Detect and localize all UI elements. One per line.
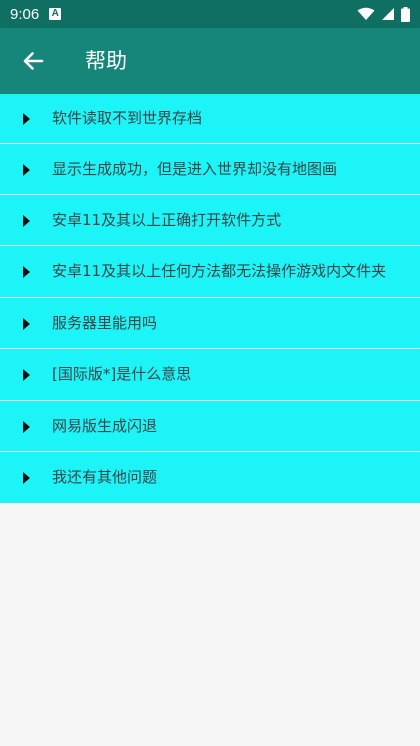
help-list: 软件读取不到世界存档 显示生成成功，但是进入世界却没有地图画 安卓11及其以上正…	[0, 94, 420, 503]
help-item-label: [国际版*]是什么意思	[52, 365, 192, 383]
wifi-icon	[357, 7, 375, 20]
help-item-no-map-art[interactable]: 显示生成成功，但是进入世界却没有地图画	[0, 144, 420, 195]
help-item-android11-open[interactable]: 安卓11及其以上正确打开软件方式	[0, 195, 420, 246]
caret-right-icon	[23, 369, 30, 381]
caret-right-icon	[23, 164, 30, 176]
notification-icon: A	[49, 8, 62, 20]
help-item-international[interactable]: [国际版*]是什么意思	[0, 349, 420, 401]
help-item-label: 显示生成成功，但是进入世界却没有地图画	[52, 160, 338, 178]
app-bar: 帮助	[0, 28, 420, 94]
status-time: 9:06	[10, 5, 40, 23]
caret-right-icon	[23, 266, 30, 278]
help-item-label: 我还有其他问题	[52, 468, 158, 486]
caret-right-icon	[23, 472, 30, 484]
battery-icon	[401, 6, 410, 22]
help-item-save-not-found[interactable]: 软件读取不到世界存档	[0, 94, 420, 144]
cell-signal-icon	[382, 8, 394, 20]
help-item-label: 网易版生成闪退	[52, 417, 158, 435]
help-item-other[interactable]: 我还有其他问题	[0, 452, 420, 503]
help-item-netease-crash[interactable]: 网易版生成闪退	[0, 401, 420, 452]
caret-right-icon	[23, 318, 30, 330]
help-item-label: 安卓11及其以上任何方法都无法操作游戏内文件夹	[52, 262, 387, 280]
status-bar: 9:06 A	[0, 0, 420, 28]
caret-right-icon	[23, 421, 30, 433]
caret-right-icon	[23, 113, 30, 125]
caret-right-icon	[23, 215, 30, 227]
help-item-android11-folder[interactable]: 安卓11及其以上任何方法都无法操作游戏内文件夹	[0, 246, 420, 298]
help-item-server[interactable]: 服务器里能用吗	[0, 298, 420, 349]
help-item-label: 安卓11及其以上正确打开软件方式	[52, 211, 282, 229]
arrow-back-icon	[23, 52, 44, 70]
page-title: 帮助	[85, 49, 127, 73]
help-item-label: 服务器里能用吗	[52, 314, 158, 332]
status-icons	[357, 6, 410, 22]
help-item-label: 软件读取不到世界存档	[52, 109, 203, 127]
back-button[interactable]	[20, 48, 46, 74]
